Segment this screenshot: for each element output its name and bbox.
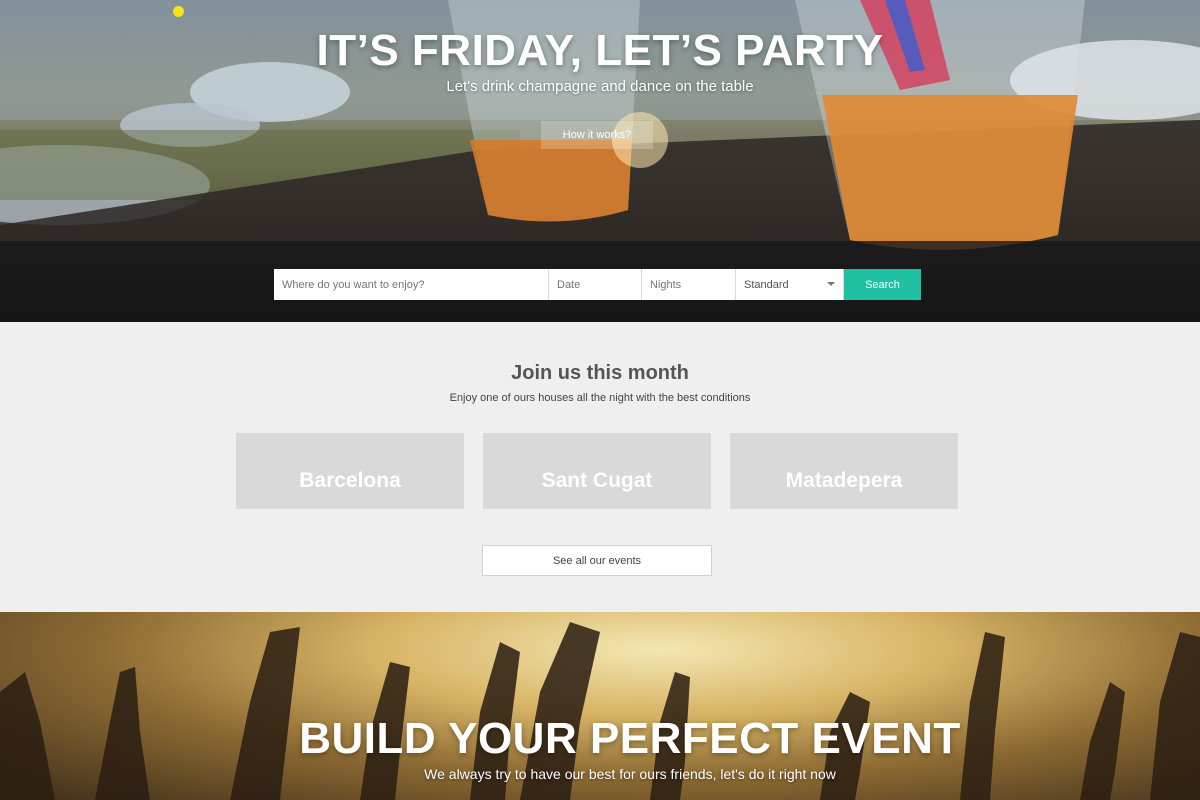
build-event-title: BUILD YOUR PERFECT EVENT — [299, 714, 961, 763]
how-it-works-button[interactable]: How it works? — [541, 121, 653, 149]
city-card-label: Sant Cugat — [541, 469, 653, 492]
chevron-down-icon — [827, 282, 835, 286]
city-card-label: Matadepera — [785, 469, 903, 492]
city-card-label: Barcelona — [299, 469, 401, 492]
see-all-events-button[interactable]: See all our events — [482, 545, 712, 576]
hero-section: IT’S FRIDAY, LET’S PARTY Let's drink cha… — [0, 0, 1200, 322]
events-subtitle: Enjoy one of ours houses all the night w… — [449, 392, 751, 404]
search-form: Standard Search — [274, 269, 921, 300]
room-type-select[interactable]: Standard — [736, 269, 844, 300]
hero-title: IT’S FRIDAY, LET’S PARTY — [316, 26, 884, 75]
city-card-barcelona[interactable]: Barcelona — [236, 433, 464, 509]
events-section: Join us this month Enjoy one of ours hou… — [0, 322, 1200, 612]
nights-input[interactable] — [642, 269, 736, 300]
events-title: Join us this month — [511, 362, 689, 384]
build-event-subtitle: We always try to have our best for ours … — [424, 766, 836, 782]
city-card-matadepera[interactable]: Matadepera — [730, 433, 958, 509]
where-input[interactable] — [274, 269, 549, 300]
build-event-section: BUILD YOUR PERFECT EVENT We always try t… — [0, 612, 1200, 800]
search-button[interactable]: Search — [844, 269, 921, 300]
date-input[interactable] — [549, 269, 642, 300]
hero-subtitle: Let's drink champagne and dance on the t… — [446, 78, 754, 95]
city-card-sant-cugat[interactable]: Sant Cugat — [483, 433, 711, 509]
cursor-indicator — [173, 6, 184, 17]
room-type-value: Standard — [744, 278, 789, 291]
